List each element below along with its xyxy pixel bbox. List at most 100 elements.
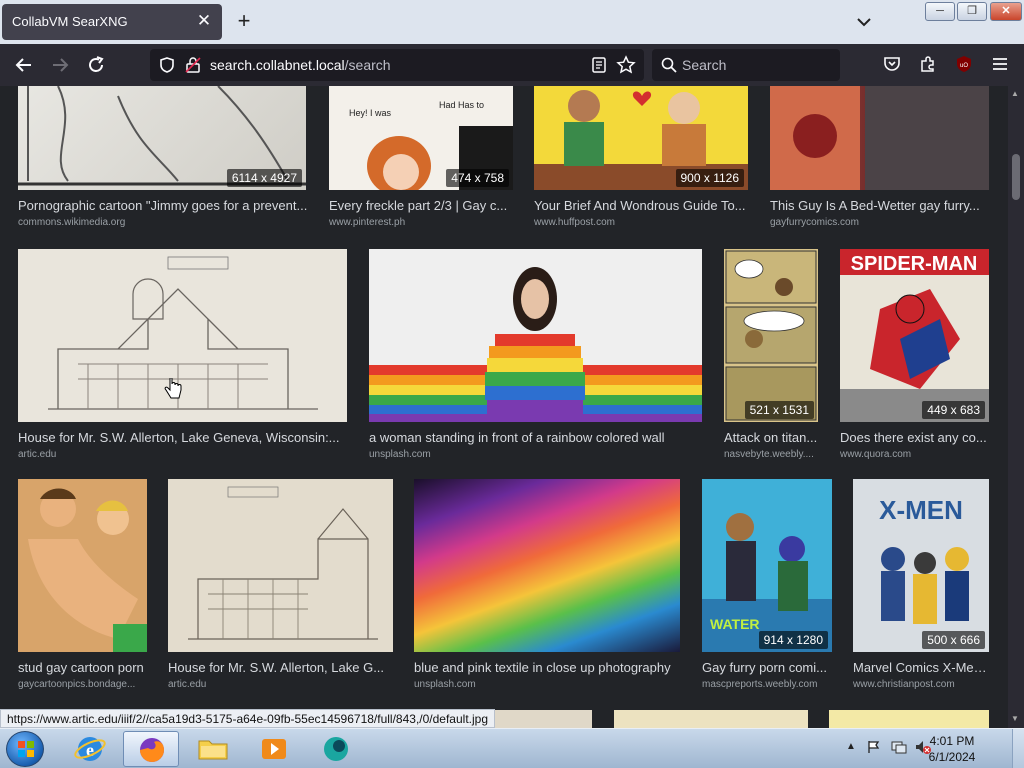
search-input[interactable]: Search bbox=[652, 49, 840, 81]
result-title[interactable]: Your Brief And Wondrous Guide To... bbox=[534, 198, 748, 213]
result-thumbnail[interactable] bbox=[168, 479, 393, 652]
result-thumbnail[interactable]: 6114 x 4927 bbox=[18, 86, 306, 190]
result-source: commons.wikimedia.org bbox=[18, 217, 126, 228]
tab-searxng[interactable]: CollabVM SearXNG ✕ bbox=[2, 4, 222, 40]
menu-icon[interactable] bbox=[989, 54, 1011, 76]
svg-text:WATER: WATER bbox=[710, 616, 760, 632]
result-card[interactable]: 900 x 1126 Your Brief And Wondrous Guide… bbox=[534, 86, 748, 231]
result-source: artic.edu bbox=[168, 679, 207, 690]
url-host: search.collabnet.local bbox=[210, 57, 345, 73]
vertical-scrollbar[interactable]: ▲ ▼ bbox=[1008, 86, 1024, 728]
result-source: www.huffpost.com bbox=[534, 217, 615, 228]
action-center-flag-icon[interactable] bbox=[866, 739, 882, 760]
result-title[interactable]: Gay furry porn comi... bbox=[702, 660, 832, 675]
result-thumbnail[interactable] bbox=[829, 710, 989, 728]
result-card[interactable]: WATER 914 x 1280 Gay furry porn comi... … bbox=[702, 479, 832, 694]
result-thumbnail[interactable] bbox=[18, 479, 147, 652]
tab-close-icon[interactable]: ✕ bbox=[194, 11, 214, 31]
url-bar[interactable]: search.collabnet.local/search bbox=[150, 49, 644, 81]
result-thumbnail[interactable] bbox=[18, 249, 347, 422]
result-thumbnail[interactable] bbox=[414, 479, 680, 652]
result-title[interactable]: Pornographic cartoon "Jimmy goes for a p… bbox=[18, 198, 308, 213]
result-title[interactable]: a woman standing in front of a rainbow c… bbox=[369, 430, 702, 445]
show-desktop-button[interactable] bbox=[1012, 729, 1024, 768]
extensions-icon[interactable] bbox=[917, 54, 939, 76]
network-icon[interactable] bbox=[890, 739, 908, 760]
nav-bar: search.collabnet.local/search Search uO bbox=[0, 44, 1024, 86]
bookmark-star-icon[interactable] bbox=[616, 55, 636, 80]
minimize-button[interactable]: ─ bbox=[925, 2, 955, 21]
result-card[interactable]: a woman standing in front of a rainbow c… bbox=[369, 249, 702, 464]
result-card[interactable]: House for Mr. S.W. Allerton, Lake Geneva… bbox=[18, 249, 347, 464]
result-card[interactable]: X-MEN 500 x 666 Marvel Comics X-Men... w… bbox=[853, 479, 989, 694]
result-title[interactable]: This Guy Is A Bed-Wetter gay furry... bbox=[770, 198, 989, 213]
result-title[interactable]: Does there exist any co... bbox=[840, 430, 989, 445]
collabvm-app-icon[interactable] bbox=[308, 731, 364, 767]
reader-view-icon[interactable] bbox=[590, 56, 608, 79]
image-resolution: 474 x 758 bbox=[446, 169, 509, 187]
result-thumbnail[interactable]: 900 x 1126 bbox=[534, 86, 748, 190]
result-title[interactable]: Marvel Comics X-Men... bbox=[853, 660, 989, 675]
result-title[interactable]: House for Mr. S.W. Allerton, Lake Geneva… bbox=[18, 430, 347, 445]
taskbar: e ▲ 4:01 PM 6/1/2024 bbox=[0, 728, 1024, 768]
screen: CollabVM SearXNG ✕ + ─ ❐ ✕ search.collab… bbox=[0, 0, 1024, 768]
clock-time: 4:01 PM bbox=[929, 734, 975, 748]
forward-icon[interactable] bbox=[49, 54, 71, 76]
result-source: gaycartoonpics.bondage... bbox=[18, 679, 136, 690]
result-card[interactable]: 521 x 1531 Attack on titan... nasvebyte.… bbox=[724, 249, 818, 464]
result-thumbnail[interactable]: X-MEN 500 x 666 bbox=[853, 479, 989, 652]
clock[interactable]: 4:01 PM 6/1/2024 bbox=[920, 733, 984, 765]
clock-date: 6/1/2024 bbox=[928, 750, 976, 764]
start-button[interactable] bbox=[6, 731, 44, 767]
insecure-lock-icon[interactable] bbox=[184, 56, 202, 79]
result-card[interactable]: House for Mr. S.W. Allerton, Lake G... a… bbox=[168, 479, 393, 694]
image-resolution: 521 x 1531 bbox=[744, 401, 814, 419]
close-window-button[interactable]: ✕ bbox=[990, 2, 1022, 21]
maximize-button[interactable]: ❐ bbox=[957, 2, 987, 21]
ublock-icon[interactable]: uO bbox=[953, 54, 975, 76]
result-thumbnail[interactable] bbox=[770, 86, 989, 190]
svg-text:Had Has to: Had Has to bbox=[439, 100, 484, 110]
result-card[interactable]: Hey! I was Had Has to 474 x 758 Every fre… bbox=[329, 86, 513, 231]
result-title[interactable]: House for Mr. S.W. Allerton, Lake G... bbox=[168, 660, 393, 675]
result-source: artic.edu bbox=[18, 449, 57, 460]
back-icon[interactable] bbox=[13, 54, 35, 76]
pocket-icon[interactable] bbox=[881, 54, 903, 76]
result-card[interactable]: blue and pink textile in close up photog… bbox=[414, 479, 680, 694]
result-thumbnail[interactable]: WATER 914 x 1280 bbox=[702, 479, 832, 652]
scroll-up-icon[interactable]: ▲ bbox=[1011, 89, 1019, 98]
tab-bar: CollabVM SearXNG ✕ + ─ ❐ ✕ bbox=[0, 0, 1024, 44]
result-thumbnail[interactable]: Hey! I was Had Has to 474 x 758 bbox=[329, 86, 513, 190]
result-card[interactable]: 6114 x 4927 Pornographic cartoon "Jimmy … bbox=[18, 86, 308, 231]
image-resolution: 900 x 1126 bbox=[675, 169, 744, 187]
result-title[interactable]: blue and pink textile in close up photog… bbox=[414, 660, 680, 675]
reload-icon[interactable] bbox=[85, 54, 107, 76]
result-card[interactable]: This Guy Is A Bed-Wetter gay furry... ga… bbox=[770, 86, 989, 231]
scroll-down-icon[interactable]: ▼ bbox=[1011, 714, 1019, 723]
url-text: search.collabnet.local/search bbox=[210, 57, 391, 73]
tracking-protection-icon[interactable] bbox=[158, 56, 176, 79]
result-card[interactable]: stud gay cartoon porn gaycartoonpics.bon… bbox=[18, 479, 147, 694]
result-thumbnail[interactable]: 521 x 1531 bbox=[724, 249, 818, 422]
image-resolution: 6114 x 4927 bbox=[226, 169, 302, 187]
result-title[interactable]: Every freckle part 2/3 | Gay c... bbox=[329, 198, 513, 213]
image-resolution: 914 x 1280 bbox=[758, 631, 828, 649]
list-all-tabs-icon[interactable] bbox=[854, 12, 874, 32]
internet-explorer-icon[interactable]: e bbox=[62, 731, 118, 767]
file-explorer-icon[interactable] bbox=[185, 731, 241, 767]
result-source: www.quora.com bbox=[840, 449, 912, 460]
result-thumbnail[interactable] bbox=[369, 249, 702, 422]
firefox-icon[interactable] bbox=[123, 731, 179, 767]
media-player-icon[interactable] bbox=[246, 731, 302, 767]
result-title[interactable]: Attack on titan... bbox=[724, 430, 818, 445]
result-card[interactable]: SPIDER-MAN 449 x 683 Does there exist an… bbox=[840, 249, 989, 464]
result-source: unsplash.com bbox=[414, 679, 476, 690]
new-tab-button[interactable]: + bbox=[232, 8, 256, 34]
result-thumbnail[interactable] bbox=[614, 710, 808, 728]
result-source: www.pinterest.ph bbox=[329, 217, 406, 228]
result-title[interactable]: stud gay cartoon porn bbox=[18, 660, 147, 675]
show-hidden-icons-icon[interactable]: ▲ bbox=[846, 741, 856, 752]
result-thumbnail[interactable]: SPIDER-MAN 449 x 683 bbox=[840, 249, 989, 422]
search-results: 6114 x 4927 Pornographic cartoon "Jimmy … bbox=[0, 86, 1008, 728]
scrollbar-thumb[interactable] bbox=[1012, 154, 1020, 200]
